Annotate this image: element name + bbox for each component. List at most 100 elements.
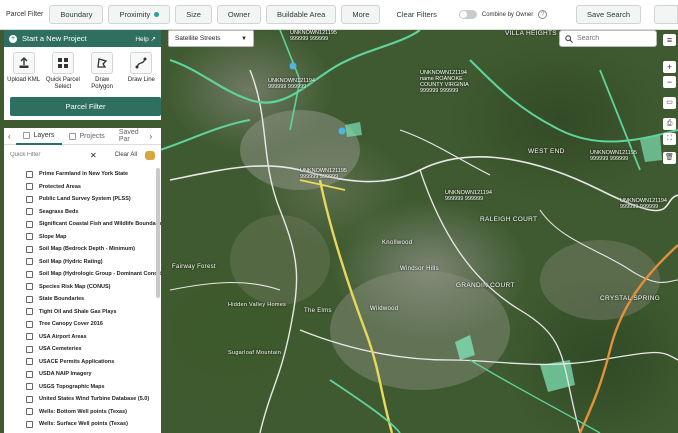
- info-icon[interactable]: ?: [538, 10, 548, 19]
- layer-item[interactable]: USDA NAIP Imagery: [4, 368, 161, 381]
- tool-label: Upload KML: [7, 77, 41, 83]
- layer-label: Soil Map (Bedrock Depth - Minimum): [39, 246, 135, 253]
- tab-label: Projects: [79, 132, 105, 140]
- parcel-filter-label: Parcel Filter: [6, 11, 44, 18]
- owner-button[interactable]: Owner: [216, 5, 261, 24]
- size-button[interactable]: Size: [175, 5, 212, 24]
- layer-checkbox[interactable]: [26, 408, 33, 416]
- toolbar-extra-button[interactable]: [654, 5, 678, 24]
- layer-label: Protected Areas: [39, 183, 81, 190]
- parcel-label: UNKNOWN121194 999999 999999: [620, 198, 667, 210]
- map-search-box[interactable]: [559, 30, 657, 47]
- layer-item[interactable]: Seagrass Beds: [4, 206, 161, 219]
- clear-all-button[interactable]: Clear All: [115, 152, 137, 158]
- database-icon[interactable]: [145, 150, 155, 160]
- layer-item[interactable]: Significant Coastal Fish and Wildlife Bo…: [4, 218, 161, 231]
- quick-filter-input[interactable]: [10, 152, 90, 158]
- layer-item[interactable]: Slope Map: [4, 231, 161, 244]
- layer-checkbox[interactable]: [26, 320, 33, 328]
- tool-label: Quick Parcel Select: [45, 77, 80, 90]
- layer-item[interactable]: State Boundaries: [4, 293, 161, 306]
- combine-by-owner-toggle[interactable]: [458, 10, 477, 19]
- layer-label: Tight Oil and Shale Gas Plays: [39, 308, 117, 315]
- layer-checkbox[interactable]: [26, 370, 33, 378]
- place-label: Wildwood: [370, 306, 399, 312]
- layer-checkbox[interactable]: [26, 295, 33, 303]
- place-label: Fairway Forest: [172, 264, 216, 270]
- place-label: GRANDIN COURT: [456, 282, 515, 289]
- layer-item[interactable]: Soil Map (Bedrock Depth - Minimum): [4, 243, 161, 256]
- layer-item[interactable]: USA Airport Areas: [4, 331, 161, 344]
- tab-saved-parcels[interactable]: Saved Par: [112, 128, 150, 145]
- help-label: Help: [135, 35, 149, 43]
- layer-item[interactable]: Tight Oil and Shale Gas Plays: [4, 306, 161, 319]
- layer-checkbox[interactable]: [26, 245, 33, 253]
- layer-checkbox[interactable]: [26, 258, 33, 266]
- layer-item[interactable]: United States Wind Turbine Database (5.0…: [4, 393, 161, 406]
- layer-list-scrollbar[interactable]: [156, 168, 160, 298]
- print-icon[interactable]: ⎙: [663, 118, 676, 130]
- layer-checkbox[interactable]: [26, 308, 33, 316]
- place-label: WEST END: [528, 148, 565, 155]
- layer-item[interactable]: Soil Map (Hydric Rating): [4, 256, 161, 269]
- boundary-button[interactable]: Boundary: [49, 5, 104, 24]
- tab-layers[interactable]: Layers: [15, 128, 62, 145]
- save-search-button[interactable]: Save Search: [576, 5, 641, 24]
- layer-item[interactable]: Prime Farmland in New York State: [4, 168, 161, 181]
- help-link[interactable]: Help ↗: [135, 35, 156, 43]
- tab-projects[interactable]: Projects: [62, 128, 112, 145]
- layer-checkbox[interactable]: [26, 345, 33, 353]
- zoom-out-button[interactable]: −: [663, 76, 676, 88]
- layer-label: Soil Map (Hydrologic Group - Dominant Co…: [39, 271, 161, 278]
- layer-label: State Boundaries: [39, 296, 85, 303]
- fullscreen-icon[interactable]: ⛶: [663, 133, 676, 145]
- buildable-area-button[interactable]: Buildable Area: [265, 5, 337, 24]
- layer-checkbox[interactable]: [26, 383, 33, 391]
- layers-toggle-icon[interactable]: ≡: [663, 34, 676, 46]
- layer-checkbox[interactable]: [26, 283, 33, 291]
- layer-checkbox[interactable]: [26, 170, 33, 178]
- layer-item[interactable]: Tree Canopy Cover 2016: [4, 318, 161, 331]
- more-button[interactable]: More: [341, 5, 381, 24]
- layer-checkbox[interactable]: [26, 233, 33, 241]
- layer-checkbox[interactable]: [26, 395, 33, 403]
- layer-checkbox[interactable]: [26, 195, 33, 203]
- clear-filters-button[interactable]: Clear Filters: [385, 5, 448, 24]
- map-style-select[interactable]: Satellite Streets ▼: [168, 30, 254, 47]
- layer-checkbox[interactable]: [26, 208, 33, 216]
- chevron-right-icon[interactable]: ›: [150, 132, 158, 141]
- layer-checkbox[interactable]: [26, 358, 33, 366]
- ruler-icon[interactable]: ▭: [663, 97, 676, 109]
- place-label: Knollwood: [382, 240, 413, 246]
- layer-checkbox[interactable]: [26, 183, 33, 191]
- parcel-label: UNKNOWN121195 999999 999999: [290, 30, 337, 42]
- layer-checkbox[interactable]: [26, 220, 33, 228]
- map-search-input[interactable]: [577, 35, 655, 42]
- layer-label: USGS Topographic Maps: [39, 383, 105, 390]
- layer-item[interactable]: Soil Map (Hydrologic Group - Dominant Co…: [4, 268, 161, 281]
- layer-checkbox[interactable]: [26, 333, 33, 341]
- layer-item[interactable]: Wells: Surface Well points (Texas): [4, 418, 161, 431]
- parcel-label: UNKNOWN121194 999999 999999: [445, 190, 492, 202]
- layer-item[interactable]: USGS Topographic Maps: [4, 381, 161, 394]
- proximity-button[interactable]: Proximity: [108, 5, 171, 24]
- parcel-label: UNKNOWN121195 999999 999999: [300, 168, 347, 180]
- caret-down-icon: ▼: [241, 36, 247, 42]
- layer-label: USDA NAIP Imagery: [39, 371, 92, 378]
- parcel-filter-button[interactable]: Parcel Filter: [10, 97, 161, 116]
- layer-item[interactable]: USACE Permits Applications: [4, 356, 161, 369]
- layer-item[interactable]: USA Cemeteries: [4, 343, 161, 356]
- layer-item[interactable]: Protected Areas: [4, 181, 161, 194]
- layer-item[interactable]: Public Land Survey System (PLSS): [4, 193, 161, 206]
- layer-checkbox[interactable]: [26, 420, 33, 428]
- layer-item[interactable]: Species Risk Map (CONUS): [4, 281, 161, 294]
- chevron-left-icon[interactable]: ‹: [8, 132, 16, 141]
- close-icon[interactable]: ✕: [90, 151, 97, 160]
- polygon-icon: [91, 52, 114, 74]
- layer-item[interactable]: Wells: Bottom Well points (Texas): [4, 406, 161, 419]
- zoom-in-button[interactable]: +: [663, 61, 676, 73]
- place-label: Sugarloaf Mountain: [228, 350, 282, 356]
- new-project-header[interactable]: + Start a New Project Help ↗: [4, 30, 161, 47]
- layer-checkbox[interactable]: [26, 270, 33, 278]
- trash-icon[interactable]: 🗑: [663, 152, 676, 164]
